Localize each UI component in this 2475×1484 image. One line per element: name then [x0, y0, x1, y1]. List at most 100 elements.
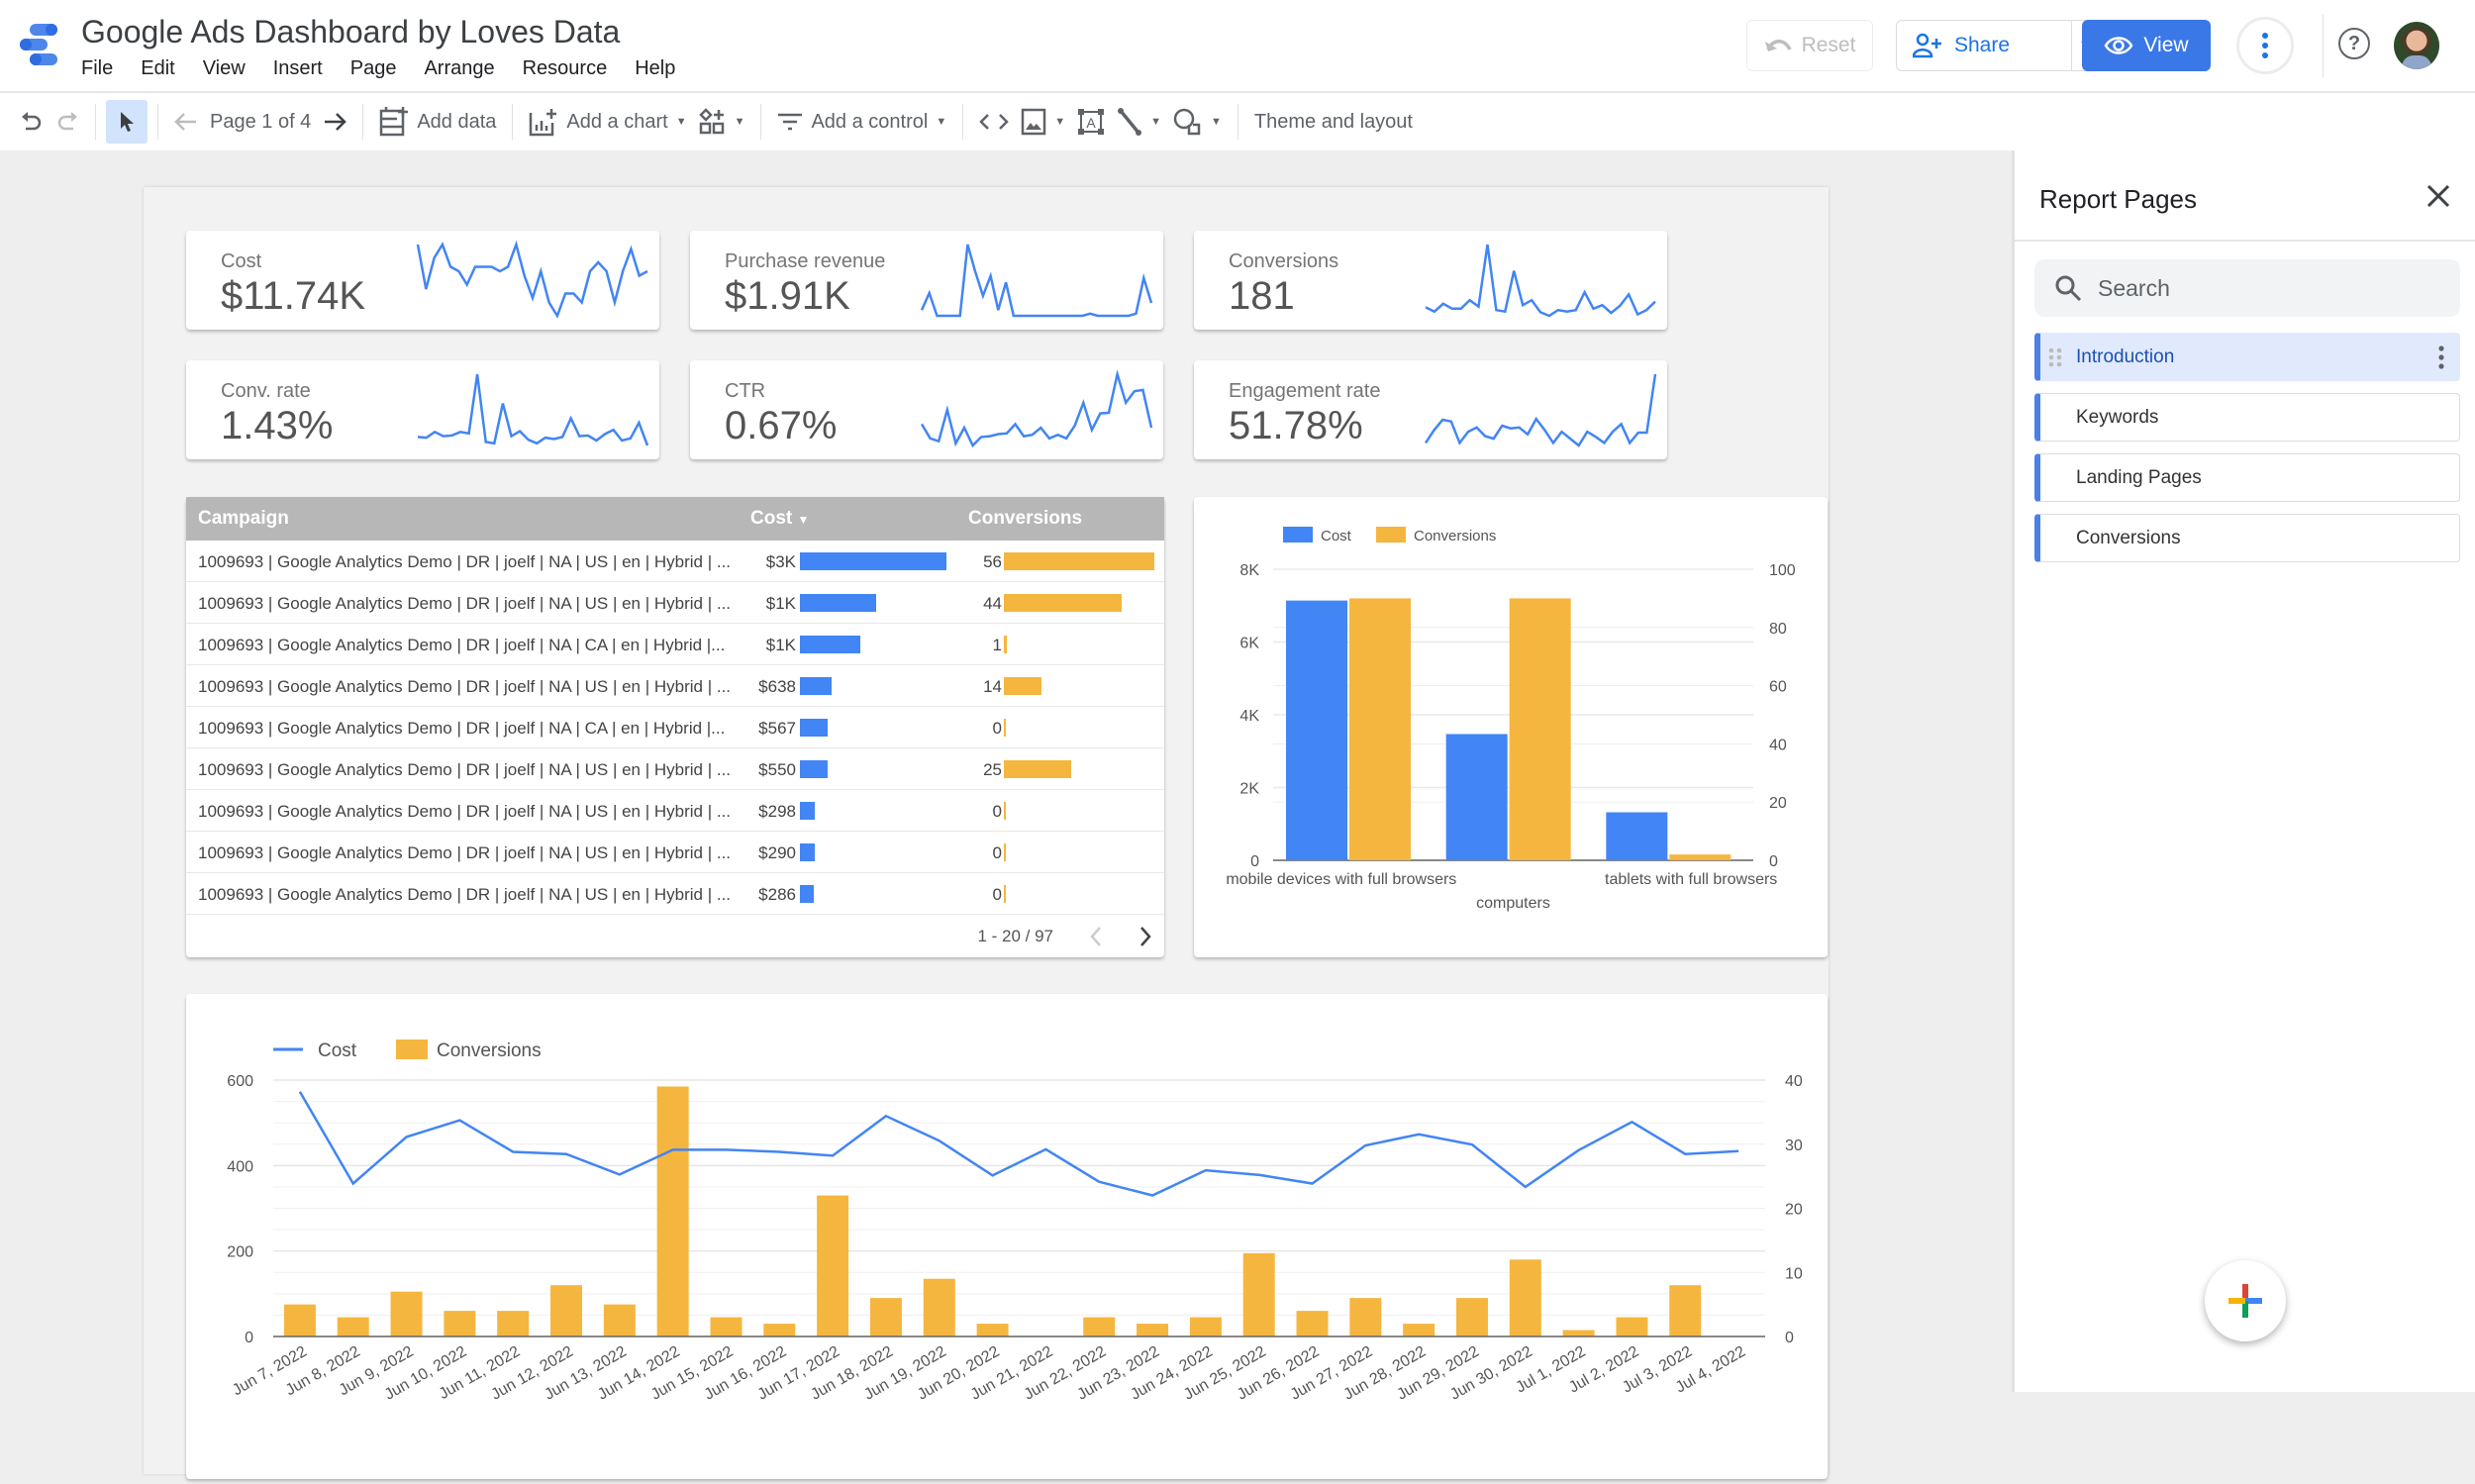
bar-conversions[interactable] [1616, 1318, 1647, 1336]
bar-conversions[interactable] [604, 1305, 636, 1336]
help-icon[interactable]: ? [2338, 28, 2370, 59]
bar-cost[interactable] [1446, 734, 1508, 860]
community-viz-button[interactable]: ▼ [693, 100, 751, 144]
table-row[interactable]: 1009693 | Google Analytics Demo | DR | j… [186, 873, 1164, 915]
more-options-button[interactable] [2236, 17, 2294, 74]
add-page-button[interactable] [2205, 1260, 2286, 1341]
page-search-input[interactable]: Search [2034, 259, 2460, 317]
redo-button[interactable] [50, 100, 85, 144]
table-row[interactable]: 1009693 | Google Analytics Demo | DR | j… [186, 624, 1164, 665]
conversions-value: 0 [993, 885, 1002, 905]
bar-conversions[interactable] [1297, 1311, 1329, 1336]
campaign-table[interactable]: Campaign Cost ▼ Conversions 1009693 | Go… [186, 497, 1164, 957]
embed-url-button[interactable] [973, 100, 1015, 144]
menu-page[interactable]: Page [350, 57, 397, 80]
bar-conversions[interactable] [1510, 1259, 1541, 1336]
add-control-button[interactable]: Add a control ▼ [771, 100, 952, 144]
bar-conversions[interactable] [284, 1305, 316, 1336]
bar-conversions[interactable] [497, 1311, 529, 1336]
drag-handle-icon[interactable] [2048, 347, 2062, 367]
reset-button[interactable]: Reset [1746, 20, 1873, 71]
share-button[interactable]: Share [1896, 20, 2102, 71]
view-mode-button[interactable]: View [2082, 20, 2211, 71]
bar-conversions[interactable] [1243, 1253, 1275, 1336]
bar-conversions[interactable] [924, 1279, 955, 1336]
bar-conversions[interactable] [1137, 1324, 1168, 1336]
bar-conversions[interactable] [817, 1196, 848, 1336]
bar-cost[interactable] [1286, 601, 1347, 860]
bar-conversions[interactable] [1563, 1331, 1595, 1336]
page-item-introduction[interactable]: Introduction [2034, 333, 2460, 381]
bar-conversions[interactable] [977, 1324, 1009, 1336]
bar-cost[interactable] [1606, 812, 1667, 860]
bar-conversions[interactable] [710, 1318, 742, 1336]
add-chart-button[interactable]: Add a chart ▼ [523, 100, 692, 144]
menu-view[interactable]: View [203, 57, 246, 80]
undo-button[interactable] [14, 100, 50, 144]
page-item-landing-pages[interactable]: Landing Pages [2034, 453, 2460, 502]
bar-conversions[interactable] [1349, 598, 1411, 860]
bar-conversions[interactable] [763, 1324, 795, 1336]
report-title[interactable]: Google Ads Dashboard by Loves Data [81, 14, 620, 50]
menu-file[interactable]: File [81, 57, 113, 80]
scorecard-conv-rate[interactable]: Conv. rate 1.43% [186, 360, 659, 459]
bar-conversions[interactable] [338, 1318, 369, 1336]
page-options-icon[interactable] [2437, 346, 2445, 369]
bar-conversions[interactable] [1083, 1318, 1115, 1336]
page-item-keywords[interactable]: Keywords [2034, 393, 2460, 442]
table-row[interactable]: 1009693 | Google Analytics Demo | DR | j… [186, 541, 1164, 582]
bar-conversions[interactable] [444, 1311, 475, 1336]
bar-conversions[interactable] [657, 1086, 689, 1336]
bar-conversions[interactable] [1669, 854, 1731, 860]
device-bar-chart[interactable]: CostConversions02K4K6K8K020406080100mobi… [1194, 497, 1828, 957]
text-box-button[interactable]: A [1071, 100, 1111, 144]
left-axis-tick: 4K [1239, 708, 1259, 725]
close-icon[interactable] [2421, 178, 2456, 214]
bar-conversions[interactable] [1456, 1298, 1488, 1336]
scorecard-conversions[interactable]: Conversions 181 [1194, 231, 1667, 330]
table-row[interactable]: 1009693 | Google Analytics Demo | DR | j… [186, 707, 1164, 748]
header-conversions[interactable]: Conversions [968, 508, 1082, 530]
header-cost[interactable]: Cost ▼ [750, 508, 809, 530]
select-tool-button[interactable] [106, 100, 148, 144]
bar-conversions[interactable] [1349, 1298, 1381, 1336]
bar-conversions[interactable] [1403, 1324, 1435, 1336]
table-row[interactable]: 1009693 | Google Analytics Demo | DR | j… [186, 582, 1164, 624]
table-row[interactable]: 1009693 | Google Analytics Demo | DR | j… [186, 832, 1164, 873]
menu-insert[interactable]: Insert [273, 57, 323, 80]
bar-conversions[interactable] [1190, 1318, 1222, 1336]
table-row[interactable]: 1009693 | Google Analytics Demo | DR | j… [186, 790, 1164, 832]
scorecard-cost[interactable]: Cost $11.74K [186, 231, 659, 330]
add-data-button[interactable]: Add data [373, 100, 502, 144]
header-campaign[interactable]: Campaign [198, 508, 289, 530]
shape-tool-button[interactable]: ▼ [1167, 100, 1228, 144]
previous-page-button[interactable] [168, 100, 204, 144]
scorecard-ctr[interactable]: CTR 0.67% [690, 360, 1163, 459]
chevron-left-icon[interactable] [1089, 926, 1103, 947]
chevron-right-icon[interactable] [1138, 926, 1152, 947]
line-tool-button[interactable]: ▼ [1111, 100, 1167, 144]
theme-and-layout-button[interactable]: Theme and layout [1248, 100, 1419, 144]
user-avatar[interactable] [2394, 22, 2439, 69]
next-page-button[interactable] [317, 100, 352, 144]
bar-conversions[interactable] [1669, 1285, 1701, 1336]
menu-arrange[interactable]: Arrange [424, 57, 494, 80]
bar-conversions[interactable] [391, 1292, 423, 1336]
daily-combo-chart[interactable]: CostConversions0200400600010203040Jun 7,… [186, 994, 1828, 1479]
menu-resource[interactable]: Resource [523, 57, 608, 80]
scorecard-engagement-rate[interactable]: Engagement rate 51.78% [1194, 360, 1667, 459]
undo-reset-icon [1764, 36, 1792, 55]
line-cost[interactable] [300, 1092, 1738, 1196]
menu-help[interactable]: Help [635, 57, 675, 80]
looker-studio-logo[interactable] [18, 22, 61, 67]
image-button[interactable]: ▼ [1015, 100, 1071, 144]
bar-conversions[interactable] [550, 1285, 582, 1336]
code-brackets-icon [979, 112, 1009, 132]
scorecard-purchase-revenue[interactable]: Purchase revenue $1.91K [690, 231, 1163, 330]
menu-edit[interactable]: Edit [141, 57, 174, 80]
page-item-conversions[interactable]: Conversions [2034, 514, 2460, 562]
bar-conversions[interactable] [1510, 598, 1571, 860]
bar-conversions[interactable] [870, 1298, 902, 1336]
table-row[interactable]: 1009693 | Google Analytics Demo | DR | j… [186, 665, 1164, 707]
table-row[interactable]: 1009693 | Google Analytics Demo | DR | j… [186, 748, 1164, 790]
